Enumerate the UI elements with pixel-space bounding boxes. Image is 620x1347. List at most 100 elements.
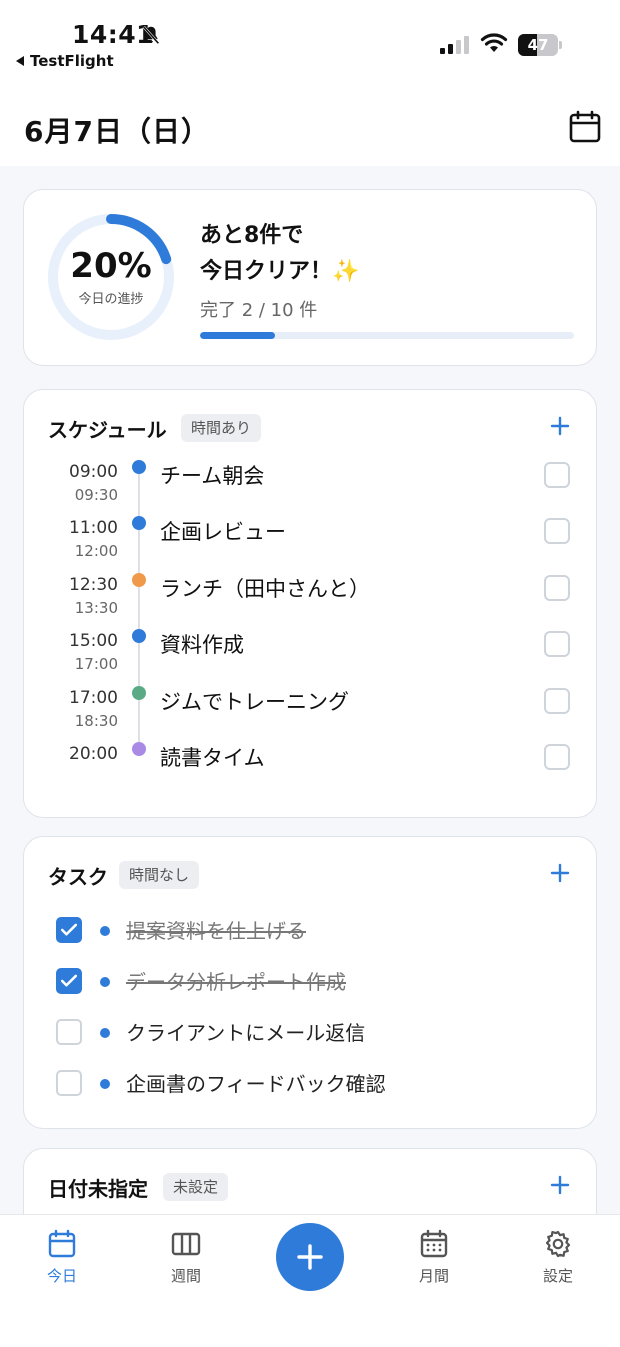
schedule-start-time: 15:00 [69, 631, 118, 652]
nav-month-label: 月間 [418, 1267, 449, 1285]
calendar-month-icon [420, 1229, 448, 1258]
back-triangle-icon [16, 56, 24, 66]
schedule-end-time: 17:00 [74, 655, 118, 674]
schedule-name: 資料作成 [160, 633, 244, 658]
task-name: データ分析レポート作成 [126, 970, 346, 994]
wifi-icon [480, 33, 508, 52]
cellular-signal-icon [440, 36, 469, 54]
task-item[interactable]: クライアントにメール返信 [24, 1019, 598, 1059]
progress-message-line1: あと8件で [200, 223, 304, 248]
schedule-name: 企画レビュー [160, 520, 286, 545]
task-checkbox[interactable] [56, 917, 82, 943]
task-item[interactable]: 企画書のフィードバック確認 [24, 1070, 598, 1110]
schedule-color-dot [132, 742, 146, 756]
tasks-card: タスク 時間なし 提案資料を仕上げるデータ分析レポート作成 クライアントにメール返… [23, 836, 597, 1129]
schedule-color-dot [132, 629, 146, 644]
schedule-checkbox[interactable] [544, 518, 570, 545]
task-checkbox[interactable] [56, 1019, 82, 1045]
schedule-checkbox[interactable] [544, 744, 570, 770]
back-to-app-link[interactable]: TestFlight [16, 52, 114, 70]
header: 6月7日（日） [0, 80, 620, 166]
add-fab-button[interactable] [276, 1223, 344, 1291]
calendar-today-icon [48, 1229, 76, 1258]
schedule-end-time: 18:30 [74, 711, 118, 730]
unscheduled-chip: 未設定 [163, 1173, 229, 1201]
schedule-checkbox[interactable] [544, 687, 570, 714]
schedule-card: スケジュール 時間あり 09:00 09:30 チーム朝会 11:00 12:00 企画レ… [23, 389, 597, 818]
task-dot [100, 1028, 110, 1038]
progress-message: あと8件で 今日クリア！✨ [200, 218, 359, 290]
schedule-checkbox[interactable] [544, 462, 570, 488]
nav-today-label: 今日 [46, 1267, 77, 1285]
nav-week[interactable]: 週間 [146, 1229, 226, 1286]
progress-label: 今日の進捗 [78, 292, 144, 307]
task-checkbox[interactable] [56, 1070, 82, 1096]
bottom-nav: 今日 週間 月間 設定 [0, 1214, 620, 1347]
schedule-item[interactable]: 09:00 09:30 チーム朝会 [24, 460, 598, 518]
schedule-color-dot [132, 516, 146, 531]
schedule-start-time: 17:00 [69, 687, 118, 708]
schedule-color-dot [132, 685, 146, 700]
task-name: 提案資料を仕上げる [126, 919, 306, 943]
plus-icon [297, 1244, 323, 1270]
task-dot [100, 1079, 110, 1089]
nav-month[interactable]: 月間 [394, 1229, 474, 1286]
progress-message-line2: 今日クリア！ [200, 259, 333, 284]
unscheduled-card: 日付未指定 未設定 [23, 1148, 597, 1214]
progress-count: 完了 2 / 10 件 [200, 300, 318, 321]
back-app-label: TestFlight [30, 52, 114, 70]
schedule-color-dot [132, 460, 146, 474]
status-bar: 14:41 TestFlight 47 [0, 0, 620, 80]
schedule-checkbox[interactable] [544, 574, 570, 601]
page-title: 6月7日（日） [24, 115, 210, 148]
schedule-item[interactable]: 12:30 13:30 ランチ（田中さんと） [24, 572, 598, 631]
add-schedule-button[interactable] [548, 414, 572, 438]
schedule-start-time: 11:00 [69, 518, 118, 539]
week-columns-icon [171, 1232, 201, 1256]
schedule-start-time: 09:00 [69, 462, 118, 482]
schedule-title: スケジュール [48, 418, 167, 442]
schedule-name: 読書タイム [160, 746, 265, 770]
schedule-name: ジムでトレーニング [160, 689, 349, 714]
schedule-end-time: 12:00 [74, 542, 118, 561]
bell-slash-icon [142, 25, 160, 45]
schedule-name: ランチ（田中さんと） [160, 576, 370, 601]
unscheduled-title: 日付未指定 [48, 1177, 148, 1201]
schedule-end-time: 13:30 [74, 598, 118, 617]
nav-week-label: 週間 [170, 1267, 201, 1285]
schedule-item[interactable]: 17:00 18:30 ジムでトレーニング [24, 685, 598, 744]
task-checkbox[interactable] [56, 968, 82, 994]
task-item[interactable]: 提案資料を仕上げる [24, 917, 598, 957]
schedule-start-time: 12:30 [69, 574, 118, 595]
tasks-chip: 時間なし [119, 861, 200, 889]
schedule-chip: 時間あり [181, 414, 262, 442]
schedule-checkbox[interactable] [544, 631, 570, 658]
battery-level: 47 [527, 36, 549, 54]
task-dot [100, 926, 110, 936]
schedule-item[interactable]: 20:00 読書タイム [24, 742, 598, 800]
battery-icon: 47 [518, 34, 562, 56]
add-task-button[interactable] [548, 861, 572, 885]
task-dot [100, 977, 110, 987]
nav-settings[interactable]: 設定 [518, 1229, 598, 1286]
sparkle-icon: ✨ [332, 259, 360, 284]
add-unscheduled-button[interactable] [548, 1173, 572, 1197]
task-name: クライアントにメール返信 [126, 1021, 366, 1045]
schedule-name: チーム朝会 [160, 464, 265, 488]
progress-bar [200, 332, 574, 339]
schedule-item[interactable]: 11:00 12:00 企画レビュー [24, 516, 598, 574]
task-name: 企画書のフィードバック確認 [126, 1072, 386, 1096]
progress-card: 20% 今日の進捗 あと8件で 今日クリア！✨ 完了 2 / 10 件 [23, 189, 597, 366]
nav-today[interactable]: 今日 [22, 1229, 102, 1286]
schedule-color-dot [132, 572, 146, 587]
gear-icon [545, 1230, 571, 1258]
tasks-title: タスク [48, 865, 108, 889]
nav-settings-label: 設定 [542, 1267, 573, 1285]
calendar-icon[interactable] [568, 110, 602, 144]
schedule-end-time: 09:30 [74, 486, 118, 504]
schedule-item[interactable]: 15:00 17:00 資料作成 [24, 629, 598, 687]
main-content[interactable]: 20% 今日の進捗 あと8件で 今日クリア！✨ 完了 2 / 10 件 スケジュ… [0, 166, 620, 1214]
progress-percent: 20% [70, 246, 152, 286]
task-item[interactable]: データ分析レポート作成 [24, 968, 598, 1008]
schedule-start-time: 20:00 [69, 744, 118, 764]
